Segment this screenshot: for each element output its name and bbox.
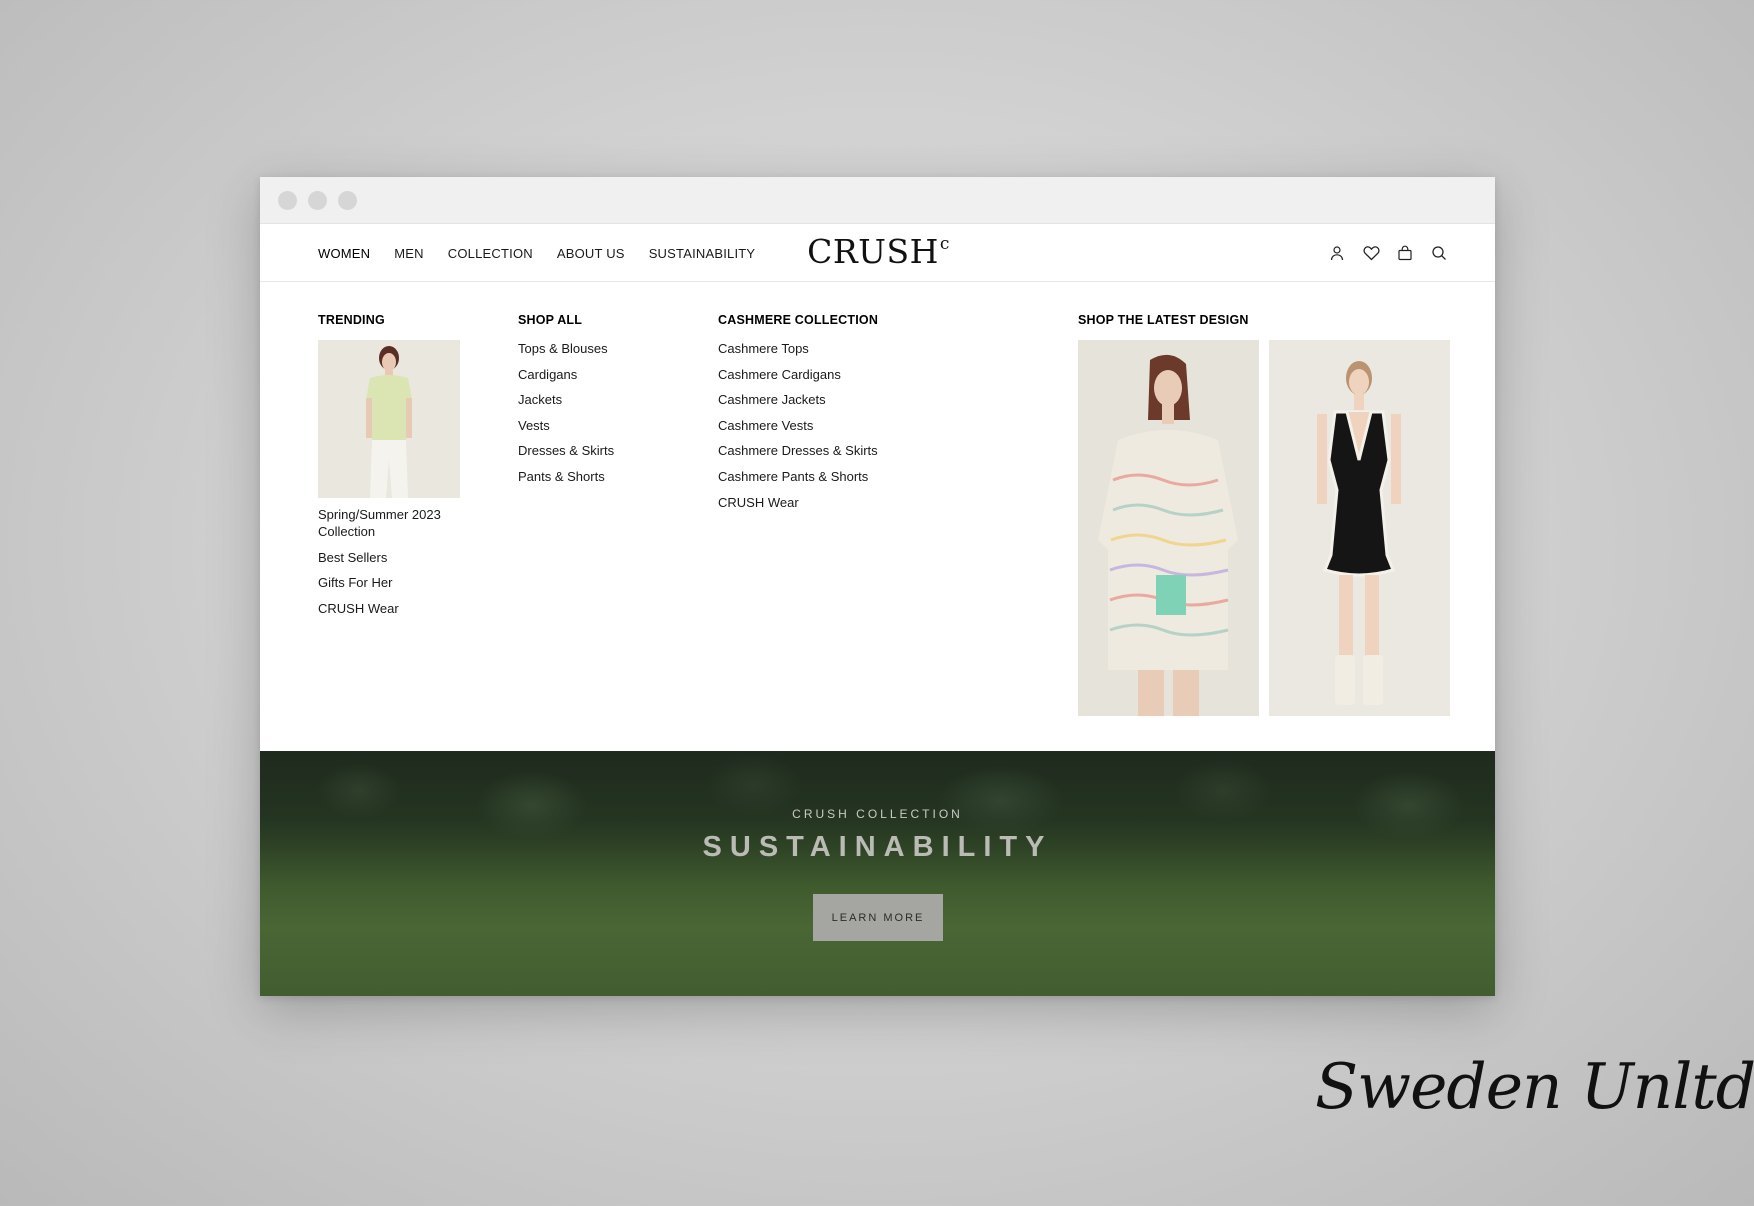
- nav-sustainability[interactable]: SUSTAINABILITY: [649, 246, 756, 261]
- brand-logo-mark: c: [939, 234, 950, 254]
- main-nav: WOMEN MEN COLLECTION ABOUT US SUSTAINABI…: [318, 224, 755, 282]
- trending-links: Spring/Summer 2023 Collection Best Selle…: [318, 506, 488, 617]
- window-maximize-dot[interactable]: [338, 190, 357, 210]
- shop-all-links: Tops & Blouses Cardigans Jackets Vests D…: [518, 340, 614, 485]
- hero-title: SUSTAINABILITY: [702, 831, 1053, 863]
- bag-icon[interactable]: [1395, 243, 1415, 263]
- browser-chrome: [260, 177, 1495, 224]
- link-cashmere-dresses-skirts[interactable]: Cashmere Dresses & Skirts: [718, 442, 878, 459]
- cashmere-column: CASHMERE COLLECTION Cashmere Tops Cashme…: [718, 313, 878, 519]
- trending-image[interactable]: [318, 340, 460, 498]
- link-cashmere-pants-shorts[interactable]: Cashmere Pants & Shorts: [718, 468, 878, 485]
- latest-image-cardigan[interactable]: [1078, 340, 1259, 716]
- shop-all-column: SHOP ALL Tops & Blouses Cardigans Jacket…: [518, 313, 614, 494]
- window-minimize-dot[interactable]: [308, 190, 327, 210]
- trending-heading: TRENDING: [318, 313, 385, 327]
- link-vests[interactable]: Vests: [518, 417, 614, 434]
- link-cashmere-crush-wear[interactable]: CRUSH Wear: [718, 494, 878, 511]
- brand-logo-text: CRUSH: [807, 232, 939, 271]
- brand-logo[interactable]: CRUSHc: [806, 232, 951, 271]
- link-spring-summer-2023[interactable]: Spring/Summer 2023 Collection: [318, 506, 488, 540]
- nav-women[interactable]: WOMEN: [318, 246, 370, 261]
- link-cardigans[interactable]: Cardigans: [518, 366, 614, 383]
- nav-about-us[interactable]: ABOUT US: [557, 246, 625, 261]
- nav-men[interactable]: MEN: [394, 246, 424, 261]
- link-best-sellers[interactable]: Best Sellers: [318, 549, 488, 566]
- user-icon[interactable]: [1327, 243, 1347, 263]
- signature-watermark: Sweden Unltd: [1315, 1050, 1754, 1123]
- link-jackets[interactable]: Jackets: [518, 391, 614, 408]
- hero-kicker: CRUSH COLLECTION: [792, 807, 963, 821]
- cashmere-links: Cashmere Tops Cashmere Cardigans Cashmer…: [718, 340, 878, 511]
- link-tops-blouses[interactable]: Tops & Blouses: [518, 340, 614, 357]
- header-icons: [1327, 224, 1449, 282]
- shop-all-heading: SHOP ALL: [518, 313, 583, 327]
- sustainability-hero: CRUSH COLLECTION SUSTAINABILITY LEARN MO…: [260, 751, 1495, 996]
- mega-menu: TRENDING Spring/Summer 2023 Collection B…: [260, 282, 1495, 750]
- link-cashmere-cardigans[interactable]: Cashmere Cardigans: [718, 366, 878, 383]
- heart-icon[interactable]: [1361, 243, 1381, 263]
- latest-heading: SHOP THE LATEST DESIGN: [1078, 313, 1249, 327]
- link-gifts-for-her[interactable]: Gifts For Her: [318, 574, 488, 591]
- link-dresses-skirts[interactable]: Dresses & Skirts: [518, 442, 614, 459]
- trending-column: TRENDING Spring/Summer 2023 Collection B…: [318, 313, 488, 625]
- link-cashmere-tops[interactable]: Cashmere Tops: [718, 340, 878, 357]
- latest-image-black-dress[interactable]: [1269, 340, 1450, 716]
- cashmere-heading: CASHMERE COLLECTION: [718, 313, 879, 327]
- link-crush-wear[interactable]: CRUSH Wear: [318, 600, 488, 617]
- link-cashmere-vests[interactable]: Cashmere Vests: [718, 417, 878, 434]
- search-icon[interactable]: [1429, 243, 1449, 263]
- browser-window: WOMEN MEN COLLECTION ABOUT US SUSTAINABI…: [260, 177, 1495, 996]
- link-pants-shorts[interactable]: Pants & Shorts: [518, 468, 614, 485]
- nav-collection[interactable]: COLLECTION: [448, 246, 533, 261]
- window-close-dot[interactable]: [278, 190, 297, 210]
- learn-more-button[interactable]: LEARN MORE: [813, 894, 943, 941]
- latest-images: [1078, 340, 1450, 716]
- latest-design-column: SHOP THE LATEST DESIGN: [1078, 313, 1450, 716]
- site-header: WOMEN MEN COLLECTION ABOUT US SUSTAINABI…: [260, 224, 1495, 282]
- link-cashmere-jackets[interactable]: Cashmere Jackets: [718, 391, 878, 408]
